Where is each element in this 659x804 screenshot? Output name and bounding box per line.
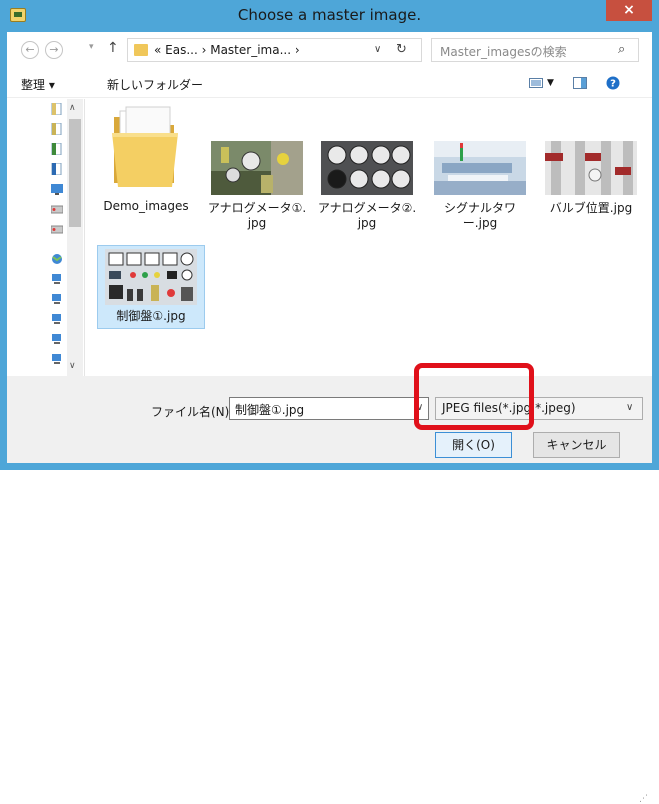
dialog-client: ← → ▾ ↑ « Eas... › Master_ima... › ∨ ↻ M… (7, 32, 652, 804)
search-placeholder: Master_imagesの検索 (440, 45, 567, 59)
computer-icon[interactable] (51, 333, 63, 345)
file-item-label: アナログメータ①. jpg (207, 201, 307, 230)
new-folder-button[interactable]: 新しいフォルダー (107, 76, 203, 93)
document-icon[interactable] (51, 103, 63, 115)
resize-grip-icon[interactable]: ⋰ (639, 794, 648, 804)
up-button[interactable]: ↑ (107, 40, 119, 56)
file-dialog-window: Choose a master image. × ← → ▾ ↑ « Eas..… (0, 0, 659, 804)
filename-input[interactable]: 制御盤①.jpg ∨ (229, 397, 429, 420)
filename-value[interactable]: 制御盤①.jpg (235, 401, 304, 418)
scroll-up-icon[interactable]: ∧ (69, 103, 76, 113)
computer-icon[interactable] (51, 353, 63, 365)
signal-tower-thumbnail-icon (434, 141, 526, 195)
view-dropdown-icon[interactable]: ▼ (547, 78, 554, 88)
computer-icon[interactable] (51, 313, 63, 325)
folder-icon (112, 106, 178, 187)
file-item-label: 制御盤①.jpg (116, 309, 186, 323)
gauge-panel-thumbnail-icon (321, 141, 413, 195)
chevron-down-icon[interactable]: ∨ (374, 44, 381, 55)
open-button[interactable]: 開く(O) (435, 432, 512, 458)
back-button[interactable]: ← (21, 41, 39, 59)
file-item-demo-images[interactable]: Demo_images (93, 103, 199, 215)
chevron-down-icon[interactable]: ∨ (626, 402, 633, 413)
file-item-analog-meter-1[interactable]: アナログメータ①. jpg (207, 141, 307, 241)
document-icon[interactable] (51, 123, 63, 135)
address-bar[interactable]: « Eas... › Master_ima... › ∨ ↻ (127, 38, 422, 62)
file-list[interactable]: Demo_images アナログメータ①. jpg アナログメータ②. jpg … (87, 99, 652, 376)
refresh-button[interactable]: ↻ (396, 42, 407, 57)
preview-pane-icon[interactable] (573, 77, 587, 89)
search-icon[interactable]: ⌕ (618, 42, 625, 57)
svg-text:?: ? (610, 79, 616, 90)
close-button[interactable]: × (606, 0, 652, 21)
file-item-label: シグナルタワー.jpg (443, 201, 516, 230)
highlight-box (414, 363, 534, 430)
filename-label: ファイル名(N): (151, 405, 234, 419)
navigation-pane: ∧ ∨ (7, 99, 85, 376)
breadcrumb[interactable]: « Eas... › Master_ima... › (154, 43, 300, 57)
command-toolbar: 整理 ▾ 新しいフォルダー ▼ ? (7, 68, 652, 98)
file-item-control-panel[interactable]: 制御盤①.jpg (97, 245, 205, 329)
window-title: Choose a master image. (237, 6, 422, 24)
network-icon[interactable] (51, 253, 63, 265)
drive-icon[interactable] (51, 203, 63, 215)
analog-meter-thumbnail-icon (211, 141, 303, 195)
file-item-label: アナログメータ②. jpg (317, 201, 417, 230)
nav-scrollbar-thumb[interactable] (69, 119, 81, 227)
view-options-icon[interactable] (529, 77, 543, 89)
recent-locations-icon[interactable]: ▾ (89, 42, 94, 52)
file-item-valve-position[interactable]: バルブ位置.jpg (539, 141, 643, 241)
cancel-button[interactable]: キャンセル (533, 432, 620, 458)
control-panel-thumbnail-icon (105, 249, 197, 305)
dialog-footer: ファイル名(N): 制御盤①.jpg ∨ JPEG files(*.jpg;*.… (7, 376, 652, 804)
pictures-icon[interactable] (51, 143, 63, 155)
file-item-label: Demo_images (103, 199, 189, 213)
title-bar[interactable]: Choose a master image. × (0, 0, 659, 32)
file-item-analog-meter-2[interactable]: アナログメータ②. jpg (317, 141, 417, 241)
computer-icon[interactable] (51, 273, 63, 285)
desktop-icon[interactable] (51, 183, 63, 195)
music-icon[interactable] (51, 163, 63, 175)
forward-button[interactable]: → (45, 41, 63, 59)
folder-icon (134, 44, 148, 56)
address-row: ← → ▾ ↑ « Eas... › Master_ima... › ∨ ↻ M… (7, 32, 652, 68)
file-item-signal-tower[interactable]: シグナルタワー.jpg (427, 141, 533, 241)
scroll-down-icon[interactable]: ∨ (69, 361, 76, 371)
valve-thumbnail-icon (545, 141, 637, 195)
help-icon[interactable]: ? (606, 76, 620, 90)
file-item-label: バルブ位置.jpg (549, 201, 633, 215)
organize-button[interactable]: 整理 ▾ (21, 76, 55, 93)
search-input[interactable]: Master_imagesの検索 ⌕ (431, 38, 639, 62)
drive-icon[interactable] (51, 223, 63, 235)
computer-icon[interactable] (51, 293, 63, 305)
